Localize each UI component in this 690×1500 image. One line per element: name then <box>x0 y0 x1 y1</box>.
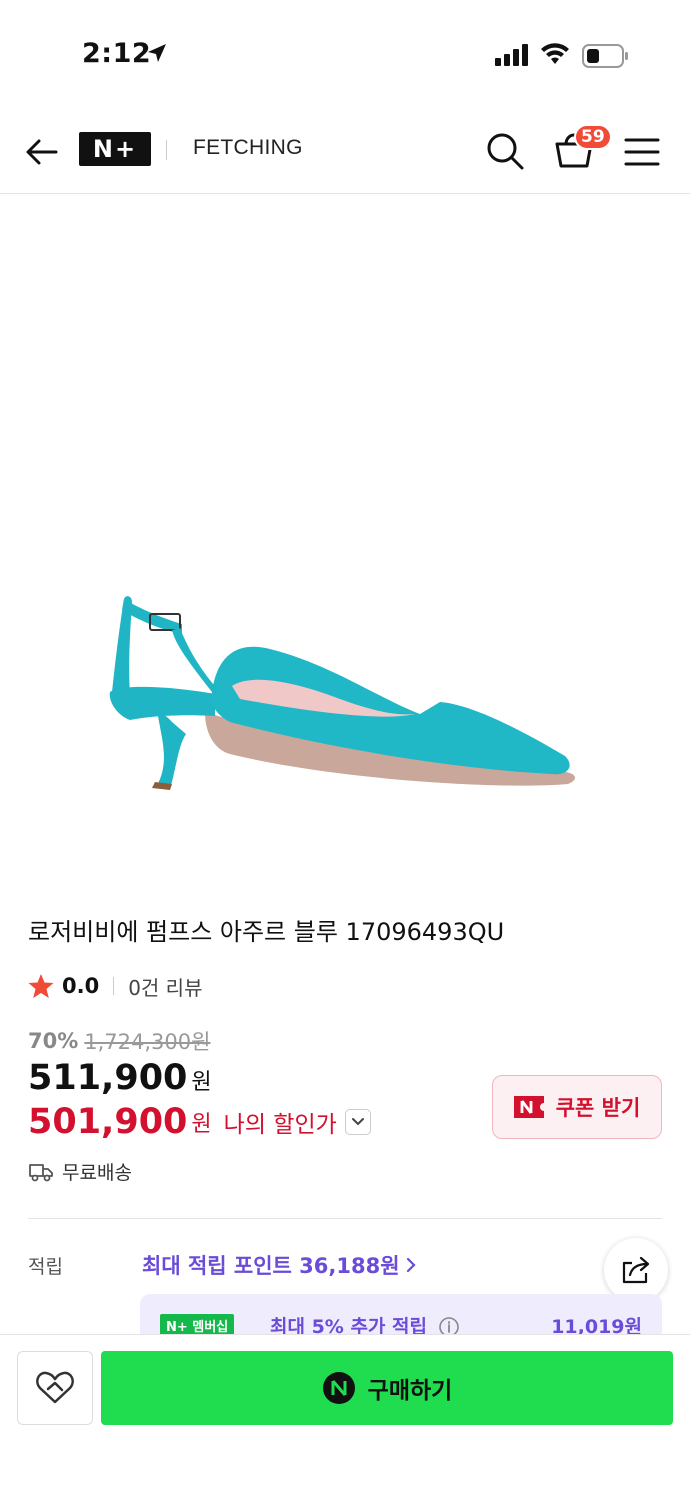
my-discount-price-row: 501,900 원 나의 할인가 <box>28 1102 371 1142</box>
chevron-right-icon <box>406 1257 416 1273</box>
chevron-down-icon <box>351 1118 364 1126</box>
store-name[interactable]: FETCHING <box>193 136 303 160</box>
top-navigation-bar: N+ FETCHING 59 <box>0 110 690 194</box>
naver-pay-icon <box>322 1372 355 1404</box>
discount-row: 70% 1,724,300원 <box>28 1026 210 1056</box>
wishlist-button[interactable] <box>17 1351 93 1425</box>
star-icon <box>28 974 54 998</box>
bottom-purchase-bar: 구매하기 <box>0 1334 690 1500</box>
discount-rate: 70% <box>28 1029 79 1053</box>
sale-price: 511,900 <box>28 1058 188 1098</box>
delivery-truck-icon <box>29 1163 53 1181</box>
max-points-text: 최대 적립 포인트 36,188원 <box>142 1254 400 1278</box>
coupon-label: 쿠폰 받기 <box>555 1096 641 1120</box>
product-title: 로저비비에 펌프스 아주르 블루 17096493QU <box>28 918 505 946</box>
membership-extra-points: 최대 5% 추가 적립 <box>270 1316 427 1334</box>
shipping-info: 무료배송 <box>28 1158 132 1185</box>
free-shipping-label: 무료배송 <box>62 1162 132 1184</box>
points-label: 적립 <box>28 1256 63 1278</box>
search-icon[interactable] <box>484 130 526 172</box>
header-divider <box>166 140 167 160</box>
membership-points-amount: 11,019원 <box>551 1316 642 1334</box>
my-discount-price-label: 나의 할인가 <box>223 1112 337 1138</box>
back-arrow-icon[interactable] <box>22 132 62 172</box>
cellular-signal-icon <box>495 44 528 66</box>
rating-divider <box>113 977 115 995</box>
heart-icon <box>36 1371 74 1404</box>
coupon-download-button[interactable]: 쿠폰 받기 <box>492 1075 662 1139</box>
my-discount-price-unit: 원 <box>191 1112 212 1137</box>
section-divider <box>28 1218 662 1219</box>
share-icon <box>622 1256 650 1284</box>
battery-icon <box>582 44 628 68</box>
naver-coupon-icon <box>513 1096 544 1118</box>
original-price: 1,724,300원 <box>84 1030 211 1054</box>
membership-badge: N+ 멤버십 <box>160 1314 235 1334</box>
max-points-link[interactable]: 최대 적립 포인트 36,188원 <box>142 1250 416 1280</box>
sale-price-unit: 원 <box>191 1070 212 1095</box>
membership-points-box[interactable]: N+ 멤버십 최대 5% 추가 적립 11,019원 <box>140 1294 662 1334</box>
rating-row[interactable]: 0.0 0건 리뷰 <box>28 970 203 1002</box>
info-icon[interactable] <box>438 1316 460 1334</box>
location-arrow-icon <box>148 44 166 62</box>
status-bar: 2:12 <box>0 0 690 110</box>
my-price-expand-button[interactable] <box>344 1109 371 1135</box>
rating-value: 0.0 <box>62 974 100 998</box>
cart-count-badge: 59 <box>574 124 612 150</box>
buy-now-button[interactable]: 구매하기 <box>101 1351 673 1425</box>
product-image[interactable] <box>0 194 690 884</box>
buy-now-label: 구매하기 <box>367 1378 453 1404</box>
naver-plus-logo[interactable]: N+ <box>79 132 151 166</box>
my-discount-price: 501,900 <box>28 1102 188 1142</box>
review-count[interactable]: 0건 리뷰 <box>128 972 202 1001</box>
hamburger-menu-icon[interactable] <box>622 134 662 170</box>
share-button[interactable] <box>604 1238 668 1302</box>
wifi-icon <box>541 43 569 64</box>
price-row: 511,900 원 <box>28 1058 212 1098</box>
status-time: 2:12 <box>82 38 152 69</box>
